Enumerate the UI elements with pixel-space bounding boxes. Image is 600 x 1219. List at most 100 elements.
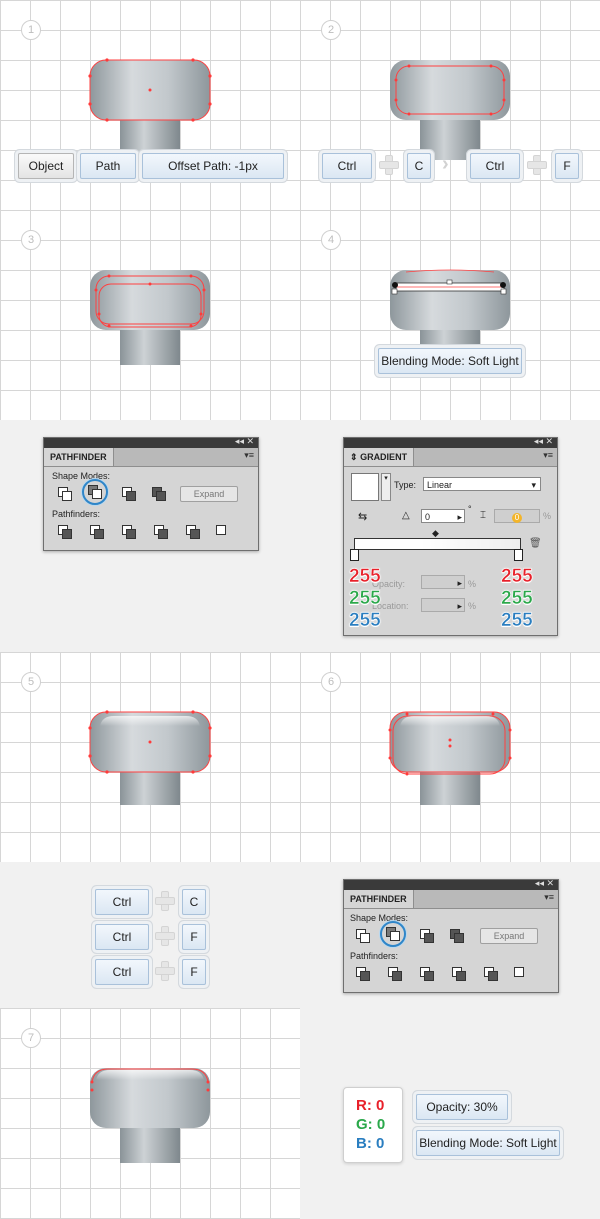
step-number-badge: 1: [21, 20, 41, 40]
aspect-value: 0: [512, 513, 522, 523]
plus-icon: [379, 155, 399, 175]
tab-pathfinder[interactable]: PATHFINDER: [44, 448, 114, 466]
c-key[interactable]: C: [407, 153, 431, 179]
collapse-close-icon[interactable]: ◂◂ ✕: [534, 436, 553, 447]
trim-icon[interactable]: [388, 967, 402, 981]
pathfinders-label: Pathfinders:: [350, 951, 399, 961]
ctrl-key[interactable]: Ctrl: [95, 959, 149, 985]
canvas-step-3: [0, 210, 300, 420]
stepper-icon[interactable]: ▸: [457, 599, 462, 613]
f-key[interactable]: F: [182, 924, 206, 950]
location-field[interactable]: ▸: [421, 598, 465, 612]
blending-mode-note: Blending Mode: Soft Light: [378, 348, 522, 374]
canvas-step-7: [0, 1008, 300, 1219]
divide-icon[interactable]: [58, 525, 72, 539]
reverse-gradient-icon[interactable]: ⇆: [358, 510, 367, 523]
collapse-close-icon[interactable]: ◂◂ ✕: [235, 436, 254, 447]
angle-field[interactable]: 0 ▸: [421, 509, 465, 523]
canvas-step-6: [300, 652, 600, 862]
merge-icon[interactable]: [122, 525, 136, 539]
trim-icon[interactable]: [90, 525, 104, 539]
f-key[interactable]: F: [555, 153, 579, 179]
gradient-swatch[interactable]: [351, 473, 379, 501]
crop-icon[interactable]: [452, 967, 466, 981]
pathfinder-panel: ◂◂ ✕ PATHFINDER ▾≡ Shape Modes: Expand P…: [343, 878, 559, 993]
panel-menu-icon[interactable]: ▾≡: [543, 450, 553, 461]
collapse-close-icon[interactable]: ◂◂ ✕: [535, 878, 554, 889]
blending-mode-note: Blending Mode: Soft Light: [416, 1130, 560, 1156]
canvas-step-5: [0, 652, 300, 862]
pathfinders-label: Pathfinders:: [52, 509, 101, 519]
intersect-icon[interactable]: [122, 487, 136, 501]
right-color-stop[interactable]: [514, 549, 523, 561]
object-menu-button[interactable]: Object: [18, 153, 74, 179]
step-number-badge: 5: [21, 672, 41, 692]
aspect-unit: %: [543, 511, 552, 521]
f-key[interactable]: F: [182, 959, 206, 985]
plus-icon: [155, 926, 175, 946]
left-color-stop[interactable]: [350, 549, 359, 561]
expand-button[interactable]: Expand: [480, 928, 538, 944]
left-stop-g-value: 255: [349, 588, 381, 610]
tab-arrows-icon: ⇕: [350, 452, 358, 462]
chevron-right-icon: ›: [442, 153, 449, 175]
panel-menu-icon[interactable]: ▾≡: [544, 892, 554, 903]
ctrl-key[interactable]: Ctrl: [95, 924, 149, 950]
left-stop-b-value: 255: [349, 610, 381, 632]
chevron-down-icon: ▾: [531, 480, 536, 490]
rgb-r-value: R: 0: [356, 1097, 385, 1114]
canvas-step-4: [300, 210, 600, 420]
aspect-ratio-icon: ⌶: [480, 510, 486, 521]
swatch-dropdown-icon[interactable]: ▾: [381, 473, 391, 501]
step-number-badge: 2: [321, 20, 341, 40]
panel-title-bar[interactable]: ◂◂ ✕: [344, 878, 558, 890]
opacity-unit: %: [468, 579, 477, 589]
type-label: Type:: [394, 480, 417, 490]
minus-front-icon[interactable]: [88, 485, 102, 499]
crop-icon[interactable]: [154, 525, 168, 539]
exclude-icon[interactable]: [450, 929, 464, 943]
merge-icon[interactable]: [420, 967, 434, 981]
c-key[interactable]: C: [182, 889, 206, 915]
tab-pathfinder[interactable]: PATHFINDER: [344, 890, 414, 908]
outline-icon[interactable]: [484, 967, 498, 981]
panel-title-bar[interactable]: ◂◂ ✕: [344, 436, 557, 448]
tab-gradient[interactable]: ⇕ GRADIENT: [344, 448, 415, 466]
unite-icon[interactable]: [356, 929, 370, 943]
opacity-field[interactable]: ▸: [421, 575, 465, 589]
plus-icon: [527, 155, 547, 175]
stepper-icon[interactable]: ▸: [457, 576, 462, 590]
rgb-swatch-card: R: 0 G: 0 B: 0: [343, 1087, 403, 1163]
panel-title-bar[interactable]: ◂◂ ✕: [44, 436, 258, 448]
delete-stop-icon[interactable]: 🗑: [529, 538, 542, 549]
minus-front-icon[interactable]: [386, 927, 400, 941]
step-number-badge: 3: [21, 230, 41, 250]
plus-icon: [155, 961, 175, 981]
ctrl-key[interactable]: Ctrl: [470, 153, 520, 179]
unite-icon[interactable]: [58, 487, 72, 501]
stepper-icon[interactable]: ▸: [457, 510, 462, 524]
outline-icon[interactable]: [186, 525, 200, 539]
rgb-g-value: G: 0: [356, 1116, 386, 1133]
step-number-badge: 7: [21, 1028, 41, 1048]
type-value: Linear: [427, 480, 453, 490]
intersect-icon[interactable]: [420, 929, 434, 943]
ctrl-key[interactable]: Ctrl: [322, 153, 372, 179]
opacity-note: Opacity: 30%: [416, 1094, 508, 1120]
type-select[interactable]: Linear ▾: [423, 477, 541, 491]
ctrl-key[interactable]: Ctrl: [95, 889, 149, 915]
gradient-slider[interactable]: [354, 538, 521, 550]
minus-back-icon[interactable]: [514, 967, 526, 979]
minus-back-icon[interactable]: [216, 525, 228, 537]
expand-button[interactable]: Expand: [180, 486, 238, 502]
aspect-ratio-field[interactable]: 0: [494, 509, 540, 523]
panel-menu-icon[interactable]: ▾≡: [244, 450, 254, 461]
offset-path-button[interactable]: Offset Path: -1px: [142, 153, 284, 179]
divide-icon[interactable]: [356, 967, 370, 981]
path-menu-button[interactable]: Path: [80, 153, 136, 179]
gradient-panel: ◂◂ ✕ ⇕ GRADIENT ▾≡ ▾ Type: Linear ▾ ⇆ △ …: [343, 436, 558, 636]
location-unit: %: [468, 601, 477, 611]
step-number-badge: 6: [321, 672, 341, 692]
exclude-icon[interactable]: [152, 487, 166, 501]
plus-icon: [155, 891, 175, 911]
